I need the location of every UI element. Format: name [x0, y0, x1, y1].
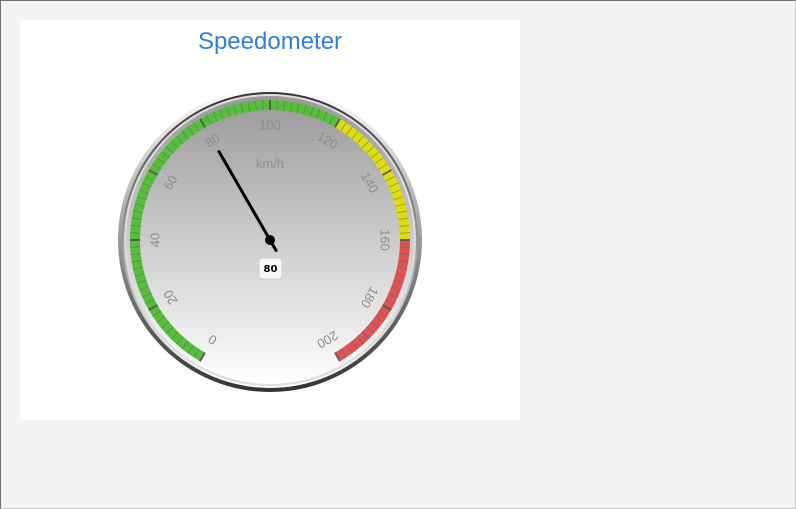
minor-tick — [399, 232, 410, 234]
unit-label: km/h — [256, 156, 284, 171]
tick-label-160: 160 — [378, 229, 393, 251]
speedometer-gauge: 020406080100120140160180200 km/h 80 — [118, 88, 422, 392]
chart-container: Speedometer 0 20 40 60 80 100 120 140 160 180 200 … — [20, 20, 520, 420]
minor-tick — [130, 246, 141, 248]
minor-tick — [399, 246, 410, 248]
value-label: 80 — [264, 264, 278, 275]
minor-tick — [262, 100, 264, 111]
tick-label-40: 40 — [147, 233, 162, 247]
tick-label-100: 100 — [259, 117, 281, 132]
needle-pivot — [265, 235, 275, 245]
minor-tick — [130, 232, 141, 234]
minor-tick — [276, 100, 278, 111]
